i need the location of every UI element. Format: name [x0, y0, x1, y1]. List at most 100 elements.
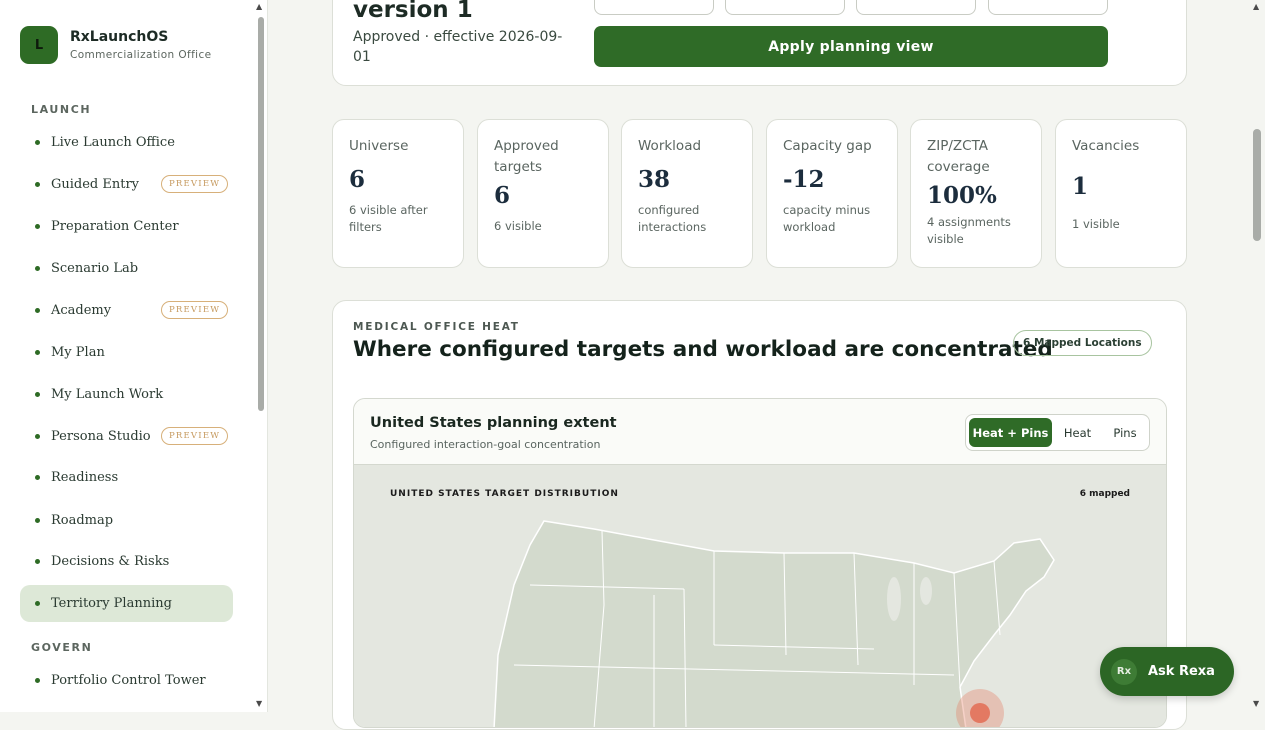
metric-capacity-gap: Capacity gap -12 capacity minus workload: [766, 119, 898, 268]
preview-badge: PREVIEW: [161, 175, 229, 193]
apply-planning-view-button[interactable]: Apply planning view: [594, 26, 1108, 67]
metric-label: Approved targets: [494, 138, 559, 175]
bullet-icon: [35, 140, 40, 145]
metric-label: ZIP/ZCTA coverage: [927, 138, 990, 175]
bullet-icon: [35, 559, 40, 564]
metric-vacancies: Vacancies 1 1 visible: [1055, 119, 1187, 268]
bullet-icon: [35, 678, 40, 683]
ask-rexa-label: Ask Rexa: [1148, 664, 1215, 679]
toggle-heat-pins[interactable]: Heat + Pins: [969, 418, 1052, 447]
sidebar-item-territory-planning[interactable]: Territory Planning: [20, 585, 233, 622]
metric-label: Universe: [349, 138, 409, 154]
metric-label: Vacancies: [1072, 138, 1140, 154]
preview-badge: PREVIEW: [161, 301, 229, 319]
app-subtitle: Commercialization Office: [70, 49, 212, 61]
bullet-icon: [35, 182, 40, 187]
metric-value: 6: [349, 166, 366, 193]
sidebar-item-label: Readiness: [51, 469, 119, 485]
scroll-up-arrow-icon[interactable]: ▲: [256, 2, 262, 11]
location-pin-icon[interactable]: [970, 703, 990, 723]
version-card: version 1 Approved · effective 2026-09-0…: [332, 0, 1187, 86]
sidebar-item-label: Academy: [51, 302, 112, 318]
sidebar-item-my-plan[interactable]: My Plan: [20, 334, 233, 370]
sidebar-item-readiness[interactable]: Readiness: [20, 459, 233, 495]
metric-value: 38: [638, 166, 671, 193]
metric-workload: Workload 38 configured interactions: [621, 119, 753, 268]
metric-universe: Universe 6 6 visible after filters: [332, 119, 464, 268]
filter-control-1[interactable]: [594, 0, 714, 15]
main-scroll-up-arrow-icon[interactable]: ▲: [1253, 2, 1259, 11]
bullet-icon: [35, 601, 40, 606]
rexa-avatar-icon: Rx: [1111, 658, 1137, 685]
main-scroll-down-arrow-icon[interactable]: ▼: [1253, 699, 1259, 708]
metric-label: Workload: [638, 138, 702, 154]
bullet-icon: [35, 224, 40, 229]
metric-zip-coverage: ZIP/ZCTA coverage 100% 4 assignments vis…: [910, 119, 1042, 268]
section-eyebrow: MEDICAL OFFICE HEAT: [353, 321, 520, 333]
sidebar-item-scenario-lab[interactable]: Scenario Lab: [20, 250, 233, 286]
map-view-toggle: Heat + Pins Heat Pins: [965, 414, 1150, 451]
metric-label: Capacity gap: [783, 138, 872, 154]
us-map-graphic: [493, 520, 1055, 727]
sidebar-item-label: Live Launch Office: [51, 134, 175, 150]
map-panel: United States planning extent Configured…: [353, 398, 1167, 728]
sidebar-item-guided-entry[interactable]: Guided Entry PREVIEW: [20, 166, 233, 202]
metric-note: 6 visible: [494, 219, 542, 233]
sidebar-scrollbar[interactable]: [258, 17, 264, 411]
sidebar-item-portfolio-control-tower[interactable]: Portfolio Control Tower: [20, 662, 233, 698]
metric-note: 4 assignments visible: [927, 215, 1011, 246]
sidebar-item-label: Persona Studio: [51, 428, 151, 444]
sidebar-item-label: My Launch Work: [51, 386, 164, 402]
sidebar-item-label: Portfolio Control Tower: [51, 672, 206, 688]
metric-note: 6 visible after filters: [349, 203, 428, 234]
map-panel-header: United States planning extent Configured…: [354, 399, 1166, 465]
sidebar-item-live-launch-office[interactable]: Live Launch Office: [20, 124, 233, 160]
filter-control-4[interactable]: [988, 0, 1108, 15]
metric-value: -12: [783, 166, 825, 193]
sidebar-item-persona-studio[interactable]: Persona Studio PREVIEW: [20, 418, 233, 454]
sidebar-item-label: Preparation Center: [51, 218, 179, 234]
metric-note: 1 visible: [1072, 217, 1120, 231]
medical-office-heat-card: MEDICAL OFFICE HEAT Where configured tar…: [332, 300, 1187, 730]
section-label-launch: LAUNCH: [31, 103, 92, 116]
bullet-icon: [35, 475, 40, 480]
metric-approved-targets: Approved targets 6 6 visible: [477, 119, 609, 268]
filter-control-2[interactable]: [725, 0, 845, 15]
sidebar-item-decisions-risks[interactable]: Decisions & Risks: [20, 543, 233, 579]
sidebar-item-label: My Plan: [51, 344, 105, 360]
metric-note: configured interactions: [638, 203, 707, 234]
preview-badge: PREVIEW: [161, 427, 229, 445]
ask-rexa-button[interactable]: Rx Ask Rexa: [1100, 647, 1234, 696]
sidebar-item-label: Territory Planning: [51, 596, 172, 611]
toggle-pins[interactable]: Pins: [1103, 418, 1147, 447]
version-status: Approved · effective 2026-09-01: [353, 29, 563, 65]
sidebar-item-my-launch-work[interactable]: My Launch Work: [20, 376, 233, 412]
lake-michigan: [887, 577, 901, 621]
sidebar-item-roadmap[interactable]: Roadmap: [20, 502, 233, 538]
sidebar-item-label: Decisions & Risks: [51, 553, 170, 569]
metric-value: 1: [1072, 173, 1089, 200]
sidebar-item-label: Roadmap: [51, 512, 114, 528]
sidebar-item-label: Scenario Lab: [51, 260, 139, 276]
version-title: version 1: [353, 0, 473, 23]
section-label-govern: GOVERN: [31, 641, 93, 654]
bullet-icon: [35, 308, 40, 313]
filter-control-3[interactable]: [856, 0, 976, 15]
main-scrollbar[interactable]: [1253, 129, 1261, 241]
app-logo: L: [20, 26, 58, 64]
map-count: 6 mapped: [1079, 489, 1130, 499]
bullet-icon: [35, 392, 40, 397]
metric-note: capacity minus workload: [783, 203, 871, 234]
bullet-icon: [35, 518, 40, 523]
metric-value: 6: [494, 182, 511, 209]
brand[interactable]: L RxLaunchOS Commercialization Office: [20, 26, 212, 64]
lake-huron: [920, 577, 932, 605]
scroll-down-arrow-icon[interactable]: ▼: [256, 699, 262, 708]
sidebar: L RxLaunchOS Commercialization Office LA…: [0, 0, 268, 712]
sidebar-item-preparation-center[interactable]: Preparation Center: [20, 208, 233, 244]
us-map[interactable]: UNITED STATES TARGET DISTRIBUTION 6 mapp…: [354, 465, 1166, 727]
map-panel-subtitle: Configured interaction-goal concentratio…: [370, 438, 601, 451]
mapped-locations-pill[interactable]: 6 Mapped Locations: [1013, 330, 1152, 356]
toggle-heat[interactable]: Heat: [1054, 418, 1101, 447]
sidebar-item-academy[interactable]: Academy PREVIEW: [20, 292, 233, 328]
